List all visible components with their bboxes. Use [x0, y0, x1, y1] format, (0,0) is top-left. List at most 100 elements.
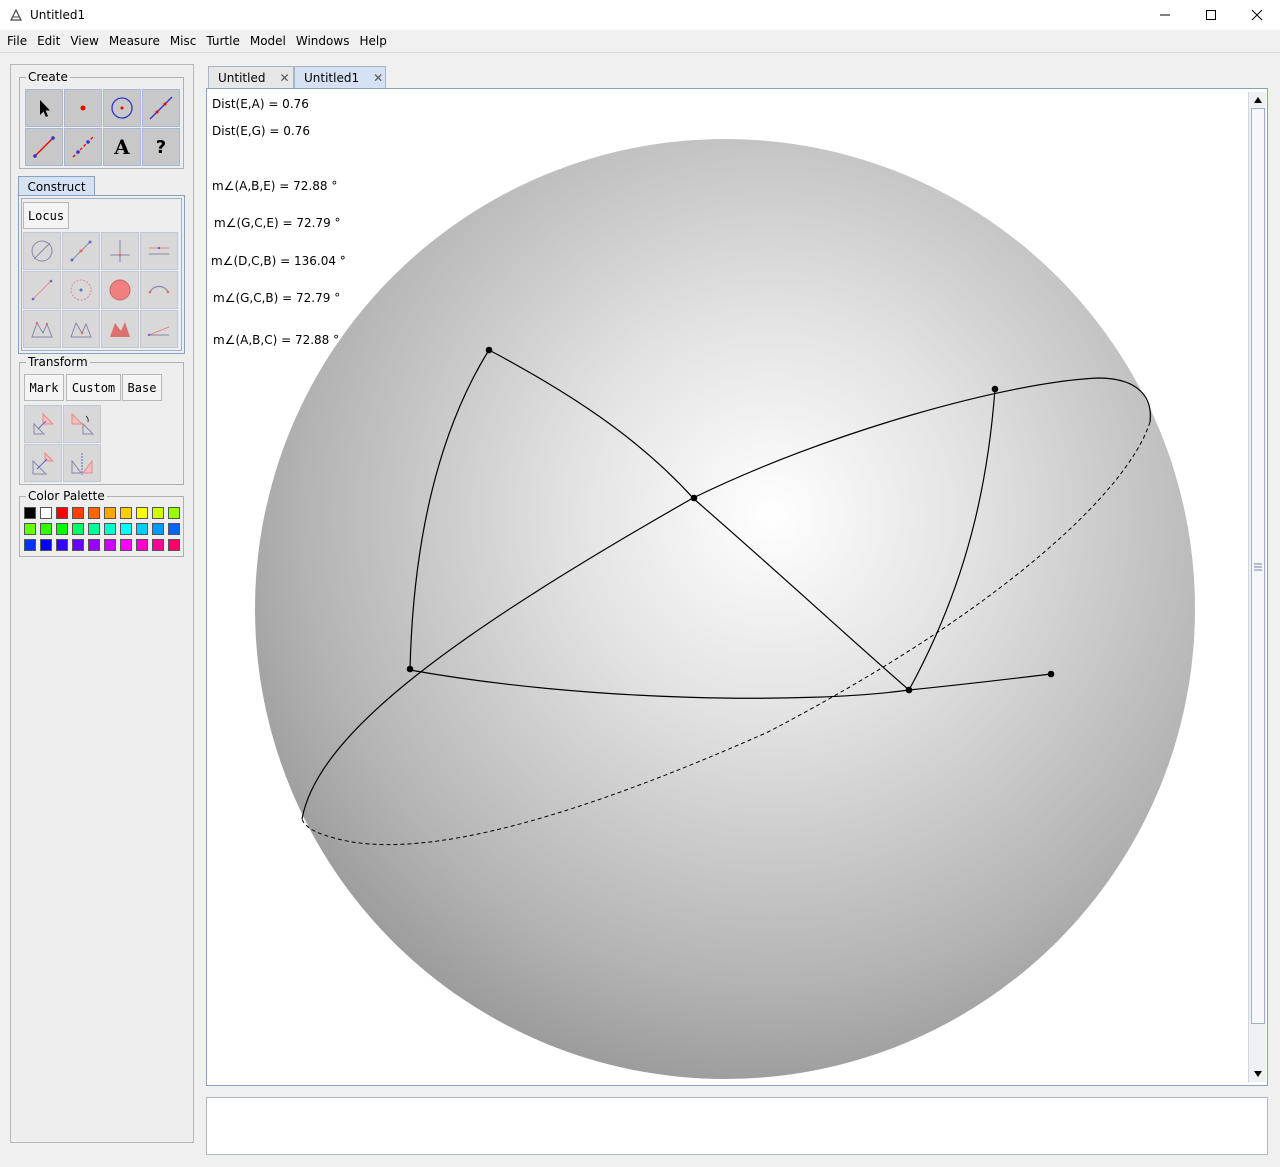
- measurement-label[interactable]: m∠(G,C,B) = 72.79 °: [213, 291, 340, 305]
- text-tool-button[interactable]: A: [103, 128, 141, 166]
- menu-misc[interactable]: Misc: [165, 30, 202, 52]
- locus-button[interactable]: Locus: [23, 202, 69, 229]
- disk-button[interactable]: [101, 271, 139, 309]
- menu-view[interactable]: View: [65, 30, 103, 52]
- help-tool-button[interactable]: ?: [142, 128, 180, 166]
- color-swatch[interactable]: [152, 539, 164, 551]
- color-swatch[interactable]: [72, 539, 84, 551]
- menu-file[interactable]: File: [2, 30, 32, 52]
- perpendicular-button[interactable]: [101, 232, 139, 270]
- color-swatch[interactable]: [40, 523, 52, 535]
- color-swatch[interactable]: [152, 523, 164, 535]
- color-swatch[interactable]: [136, 507, 148, 519]
- parallel-button[interactable]: [140, 232, 178, 270]
- scroll-up-button[interactable]: [1251, 94, 1265, 106]
- color-swatch[interactable]: [72, 507, 84, 519]
- color-swatch[interactable]: [88, 523, 100, 535]
- point-d[interactable]: [1047, 670, 1055, 678]
- measurement-label[interactable]: m∠(A,B,C) = 72.88 °: [213, 333, 339, 347]
- circle-tool-button[interactable]: [103, 89, 141, 127]
- point-g[interactable]: [991, 385, 999, 393]
- point-tool-button[interactable]: [64, 89, 102, 127]
- measurement-label[interactable]: Dist(E,G) = 0.76: [212, 124, 310, 138]
- midpoint-button[interactable]: [62, 232, 100, 270]
- color-swatch[interactable]: [24, 523, 36, 535]
- color-swatch[interactable]: [168, 507, 180, 519]
- measurement-label[interactable]: m∠(G,C,E) = 72.79 °: [214, 216, 341, 230]
- select-tool-button[interactable]: [25, 89, 63, 127]
- mark-button[interactable]: Mark: [24, 374, 64, 401]
- arc-button[interactable]: [140, 271, 178, 309]
- ray-tool-button[interactable]: [64, 128, 102, 166]
- circle-center-icon: [70, 279, 92, 301]
- menu-measure[interactable]: Measure: [104, 30, 165, 52]
- point-a[interactable]: [485, 346, 493, 354]
- minimize-button[interactable]: [1142, 0, 1188, 30]
- color-swatch[interactable]: [168, 523, 180, 535]
- point-b[interactable]: [406, 665, 414, 673]
- color-swatch[interactable]: [120, 523, 132, 535]
- color-swatch[interactable]: [56, 523, 68, 535]
- tab-close-icon[interactable]: ✕: [373, 71, 383, 85]
- polygon-icon: [31, 321, 53, 338]
- polygon-button[interactable]: [23, 310, 61, 348]
- sketch-canvas[interactable]: Dist(E,A) = 0.76 Dist(E,G) = 0.76 m∠(A,B…: [208, 92, 1248, 1082]
- circle-through-points-button[interactable]: [23, 232, 61, 270]
- angle-button[interactable]: [140, 310, 178, 348]
- segment-tool-button[interactable]: [25, 128, 63, 166]
- circle-center-button[interactable]: [62, 271, 100, 309]
- color-swatch[interactable]: [56, 507, 68, 519]
- color-swatch[interactable]: [120, 539, 132, 551]
- menu-turtle[interactable]: Turtle: [201, 30, 244, 52]
- color-swatch[interactable]: [104, 507, 116, 519]
- scroll-down-button[interactable]: [1251, 1068, 1265, 1080]
- menu-windows[interactable]: Windows: [291, 30, 355, 52]
- color-swatch[interactable]: [120, 507, 132, 519]
- color-swatch[interactable]: [136, 523, 148, 535]
- tab-untitled1[interactable]: Untitled1 ✕: [294, 66, 386, 88]
- color-swatch[interactable]: [104, 539, 116, 551]
- color-swatch[interactable]: [152, 507, 164, 519]
- create-title: Create: [26, 70, 70, 84]
- filled-polygon-button[interactable]: [101, 310, 139, 348]
- point-icon: [80, 105, 86, 111]
- color-swatch[interactable]: [56, 539, 68, 551]
- menu-model[interactable]: Model: [245, 30, 291, 52]
- color-swatch[interactable]: [24, 539, 36, 551]
- scroll-thumb[interactable]: [1251, 108, 1265, 1024]
- menu-edit[interactable]: Edit: [32, 30, 65, 52]
- custom-button[interactable]: Custom: [66, 374, 121, 401]
- base-button[interactable]: Base: [122, 374, 162, 401]
- color-swatch[interactable]: [72, 523, 84, 535]
- maximize-button[interactable]: [1188, 0, 1234, 30]
- menu-help[interactable]: Help: [354, 30, 391, 52]
- point-c[interactable]: [905, 686, 913, 694]
- segment-icon: [33, 136, 55, 158]
- grip-icon: [1254, 563, 1262, 571]
- point-e[interactable]: [690, 494, 698, 502]
- translate-button[interactable]: [24, 405, 62, 443]
- color-swatch[interactable]: [104, 523, 116, 535]
- measurement-label[interactable]: Dist(E,A) = 0.76: [212, 97, 309, 111]
- dilate-button[interactable]: [24, 444, 62, 482]
- color-swatch[interactable]: [136, 539, 148, 551]
- color-swatch[interactable]: [40, 507, 52, 519]
- tab-untitled[interactable]: Untitled ✕: [208, 66, 294, 88]
- rotate-icon: [71, 412, 95, 435]
- color-swatch[interactable]: [88, 539, 100, 551]
- tab-close-icon[interactable]: ✕: [279, 71, 289, 85]
- polygon-interior-button[interactable]: [62, 310, 100, 348]
- measurement-label[interactable]: m∠(D,C,B) = 136.04 °: [211, 254, 346, 268]
- bisector-button[interactable]: [23, 271, 61, 309]
- construct-tab[interactable]: Construct: [18, 176, 95, 196]
- rotate-button[interactable]: [63, 405, 101, 443]
- close-window-button[interactable]: [1234, 0, 1280, 30]
- measurement-label[interactable]: m∠(A,B,E) = 72.88 °: [212, 179, 337, 193]
- color-swatch[interactable]: [168, 539, 180, 551]
- line-tool-button[interactable]: [142, 89, 180, 127]
- color-swatch[interactable]: [40, 539, 52, 551]
- reflect-button[interactable]: [63, 444, 101, 482]
- color-swatch[interactable]: [88, 507, 100, 519]
- color-swatch[interactable]: [24, 507, 36, 519]
- message-area[interactable]: [206, 1097, 1268, 1155]
